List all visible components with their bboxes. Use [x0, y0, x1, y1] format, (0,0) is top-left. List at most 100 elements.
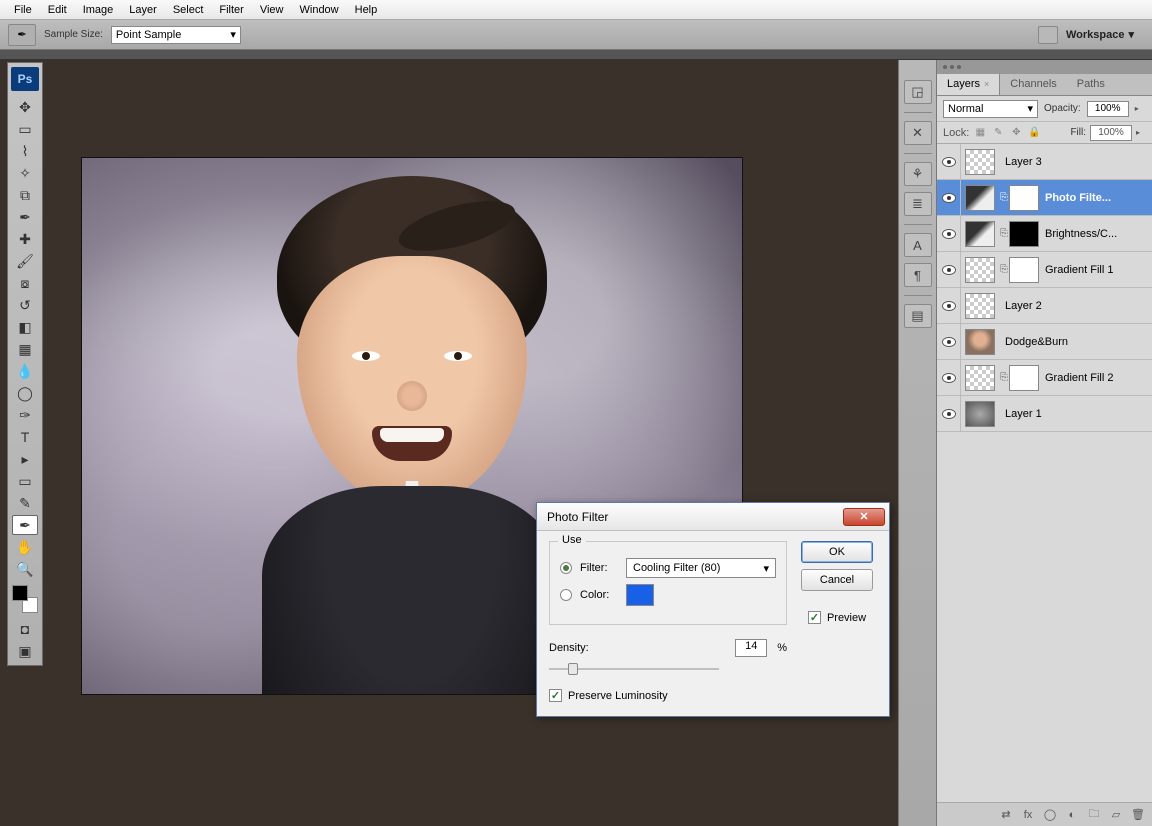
menu-help[interactable]: Help [347, 2, 386, 18]
layer-name[interactable]: Gradient Fill 2 [1045, 372, 1152, 384]
visibility-icon[interactable] [942, 373, 956, 383]
menu-edit[interactable]: Edit [40, 2, 75, 18]
visibility-icon[interactable] [942, 157, 956, 167]
opacity-value[interactable]: 100% [1087, 101, 1129, 117]
mask-thumb[interactable] [1009, 185, 1039, 211]
link-layers-icon[interactable]: ⇄ [998, 808, 1014, 822]
new-layer-icon[interactable]: ▱ [1108, 808, 1124, 822]
color-icon[interactable]: ✕ [904, 121, 932, 145]
layer-comps-icon[interactable]: ▤ [904, 304, 932, 328]
marquee-tool[interactable]: ▭ [12, 119, 38, 139]
visibility-icon[interactable] [942, 337, 956, 347]
layer-row[interactable]: ⎘ Gradient Fill 1 [937, 252, 1152, 288]
paragraph-icon[interactable]: ¶ [904, 263, 932, 287]
shape-tool[interactable]: ▭ [12, 471, 38, 491]
eraser-tool[interactable]: ◧ [12, 317, 38, 337]
layer-mask-icon[interactable]: ◯ [1042, 808, 1058, 822]
preserve-luminosity-checkbox[interactable]: ✓ [549, 689, 562, 702]
path-select-tool[interactable]: ▸ [12, 449, 38, 469]
layer-thumb[interactable] [965, 221, 995, 247]
brush-tool[interactable]: 🖌 [12, 251, 38, 271]
lasso-tool[interactable]: ⌇ [12, 141, 38, 161]
navigator-icon[interactable]: ◲ [904, 80, 932, 104]
menu-layer[interactable]: Layer [121, 2, 165, 18]
visibility-icon[interactable] [942, 409, 956, 419]
visibility-icon[interactable] [942, 265, 956, 275]
slider-thumb[interactable] [568, 663, 578, 675]
crop-tool[interactable]: ⧉ [12, 185, 38, 205]
gradient-tool[interactable]: ▦ [12, 339, 38, 359]
layer-thumb[interactable] [965, 365, 995, 391]
healing-tool[interactable]: ✚ [12, 229, 38, 249]
layer-name[interactable]: Photo Filte... [1045, 192, 1152, 204]
ok-button[interactable]: OK [801, 541, 873, 563]
layer-row[interactable]: ⎘ Photo Filte... [937, 180, 1152, 216]
color-swatch[interactable] [626, 584, 654, 606]
tab-layers[interactable]: Layers× [937, 74, 1000, 95]
wand-tool[interactable]: ✧ [12, 163, 38, 183]
layer-thumb[interactable] [965, 293, 995, 319]
history-brush-tool[interactable]: ↺ [12, 295, 38, 315]
stamp-tool[interactable]: ⧇ [12, 273, 38, 293]
layer-thumb[interactable] [965, 149, 995, 175]
link-icon[interactable]: ⎘ [999, 372, 1009, 383]
layer-thumb[interactable] [965, 401, 995, 427]
lock-all-icon[interactable]: 🔒 [1027, 126, 1041, 140]
layer-row[interactable]: Dodge&Burn [937, 324, 1152, 360]
layer-style-icon[interactable]: fx [1020, 808, 1036, 822]
character-icon[interactable]: A [904, 233, 932, 257]
lock-position-icon[interactable]: ✥ [1009, 126, 1023, 140]
link-icon[interactable]: ⎘ [999, 192, 1009, 203]
layer-name[interactable]: Layer 3 [1005, 156, 1152, 168]
color-radio[interactable] [560, 589, 572, 601]
pen-tool[interactable]: ✑ [12, 405, 38, 425]
density-input[interactable]: 14 [735, 639, 767, 657]
fg-swatch[interactable] [12, 585, 28, 601]
notes-tool[interactable]: ✎ [12, 493, 38, 513]
tab-channels[interactable]: Channels [1000, 74, 1066, 95]
layer-row[interactable]: ⎘ Gradient Fill 2 [937, 360, 1152, 396]
hand-tool[interactable]: ✋ [12, 537, 38, 557]
close-icon[interactable]: ✕ [843, 508, 885, 526]
link-icon[interactable]: ⎘ [999, 228, 1009, 239]
layer-name[interactable]: Gradient Fill 1 [1045, 264, 1152, 276]
density-slider[interactable] [549, 661, 719, 677]
dock-gripper[interactable] [0, 50, 1152, 60]
preview-checkbox[interactable]: ✓ [808, 611, 821, 624]
screen-mode-toggle[interactable]: ▣ [12, 641, 38, 661]
layer-thumb[interactable] [965, 329, 995, 355]
mask-thumb[interactable] [1009, 257, 1039, 283]
filter-radio[interactable] [560, 562, 572, 574]
menu-filter[interactable]: Filter [211, 2, 251, 18]
quick-mask-toggle[interactable]: ◘ [12, 619, 38, 639]
menu-window[interactable]: Window [292, 2, 347, 18]
layer-row[interactable]: Layer 2 [937, 288, 1152, 324]
layer-name[interactable]: Layer 1 [1005, 408, 1152, 420]
eyedropper-tool[interactable]: ✒ [12, 207, 38, 227]
tab-paths[interactable]: Paths [1067, 74, 1115, 95]
layer-name[interactable]: Brightness/C... [1045, 228, 1152, 240]
brushes-icon[interactable]: ⚘ [904, 162, 932, 186]
layer-row[interactable]: Layer 1 [937, 396, 1152, 432]
cancel-button[interactable]: Cancel [801, 569, 873, 591]
tool-preset-picker[interactable]: ✒ [8, 24, 36, 46]
lock-pixels-icon[interactable]: ✎ [991, 126, 1005, 140]
menu-select[interactable]: Select [165, 2, 212, 18]
visibility-icon[interactable] [942, 301, 956, 311]
menu-file[interactable]: File [6, 2, 40, 18]
dialog-titlebar[interactable]: Photo Filter ✕ [537, 503, 889, 531]
type-tool[interactable]: T [12, 427, 38, 447]
tool-presets-icon[interactable]: ≣ [904, 192, 932, 216]
sample-size-select[interactable]: Point Sample▾ [111, 26, 241, 44]
screen-mode-icon[interactable] [1038, 26, 1058, 44]
fill-value[interactable]: 100% [1090, 125, 1132, 141]
mask-thumb[interactable] [1009, 221, 1039, 247]
menu-image[interactable]: Image [75, 2, 122, 18]
layer-row[interactable]: ⎘ Brightness/C... [937, 216, 1152, 252]
menu-view[interactable]: View [252, 2, 292, 18]
mask-thumb[interactable] [1009, 365, 1039, 391]
opacity-flyout[interactable]: ▸ [1135, 104, 1145, 113]
layer-thumb[interactable] [965, 185, 995, 211]
link-icon[interactable]: ⎘ [999, 264, 1009, 275]
blend-mode-select[interactable]: Normal▾ [943, 100, 1038, 118]
